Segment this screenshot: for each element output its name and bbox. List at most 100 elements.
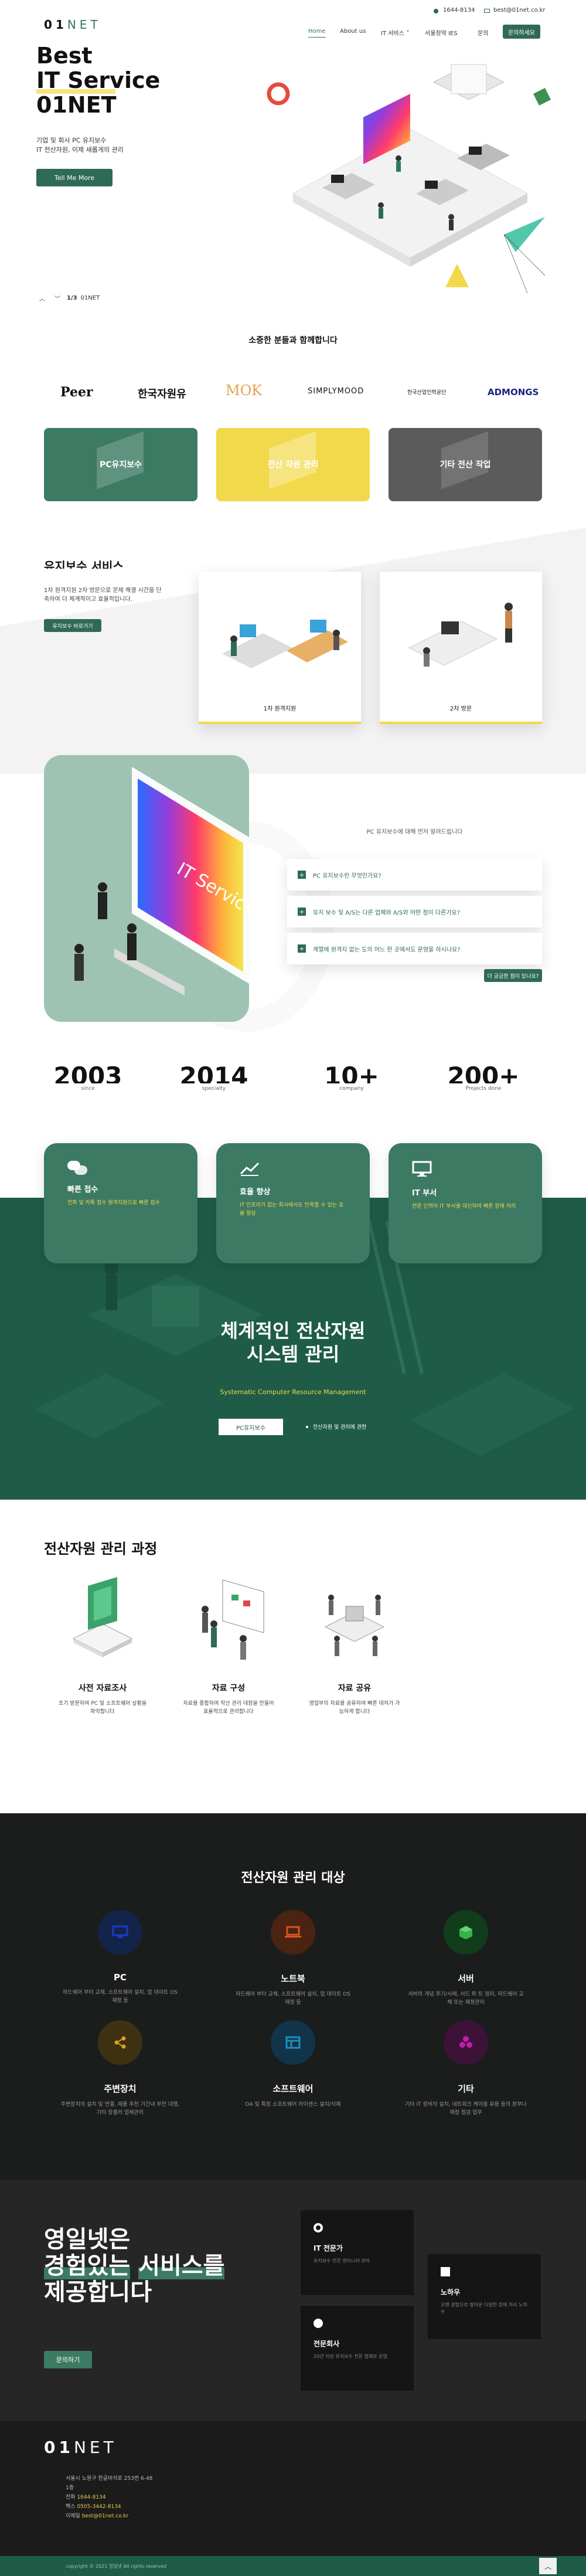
experts-title-line3: 서비스를: [138, 2252, 225, 2279]
banner-button[interactable]: PC유지보수: [219, 1419, 283, 1435]
service-tile-pc[interactable]: PC유지보수: [44, 428, 197, 501]
onsite-illustration: [408, 603, 513, 667]
nav-cta-button[interactable]: 문의하세요: [503, 25, 540, 39]
faq-question: 유지 보수 및 A/S는 다른 업체와 A/S와 어떤 점이 다른가요?: [313, 909, 461, 916]
chevron-up-icon: ︿: [544, 2562, 551, 2571]
onsite-label: 2차 방문: [449, 706, 472, 712]
pager-label: 01NET: [80, 294, 100, 301]
faq-more-button[interactable]: 더 궁금한 점이 있나요?: [484, 969, 542, 982]
stat-value: 2003: [53, 1066, 122, 1083]
target-icon-circle: [271, 2020, 315, 2065]
onsite-card[interactable]: 2차 방문: [380, 572, 542, 724]
hero-cta-button[interactable]: Tell Me More: [36, 169, 113, 186]
intro-button[interactable]: 유지보수 바로가기: [44, 619, 101, 632]
faq-item[interactable]: + PC 유지보수란 무엇인가요?: [287, 859, 542, 891]
share-icon: [114, 2036, 126, 2049]
label: 팩스: [66, 2504, 76, 2510]
topbar-email[interactable]: best@01net.co.kr: [493, 7, 545, 13]
desc-line: 기타 장볼러 업체관리: [96, 2110, 144, 2116]
desc-line: 주변장치의 설치 및 연결, 제품 추천 기간내 부전 대행,: [60, 2102, 180, 2108]
expert-card-desc: 유지보수 전문 엔지니어 관리: [314, 2258, 370, 2264]
topbar-phone[interactable]: 1644-8134: [443, 7, 475, 13]
desc-line: 효율적으로 관리합니다: [203, 1709, 254, 1715]
footer-copyright: copyright © 2021 영일넷 AII rights reserved: [66, 2564, 166, 2569]
hero-title: Best IT Service 01NET: [36, 43, 160, 117]
target-desc: 하드웨어 부터 교체, 소프트웨어 설치, 업 데이트 OS 재정 등: [38, 1989, 202, 2005]
value: 0505-3442-8134: [77, 2504, 121, 2510]
target-item[interactable]: 주변장치 주변장치의 설치 및 연결, 제품 추천 기간내 부전 대행, 기타 …: [38, 2020, 202, 2117]
tile-label: 전산 자원 관리: [267, 460, 319, 470]
experts-button[interactable]: 문의하기: [44, 2351, 92, 2368]
target-title: PC: [113, 1972, 127, 1983]
expert-card[interactable]: 전문회사 20년 이상 유지보수 전문 업체로 운영: [301, 2306, 414, 2391]
nav-about[interactable]: About us: [340, 28, 366, 35]
banner-link[interactable]: 전산자원 및 관리에 관한: [306, 1423, 366, 1430]
chevron-up-icon[interactable]: ︿: [36, 292, 48, 304]
nav-ies[interactable]: 서울청약 IES: [425, 28, 458, 37]
faq-item[interactable]: + 계열에 원격지 없는 도의 어느 한 곳에서도 운영을 하시나요?: [287, 933, 542, 964]
service-tile-other[interactable]: 기타 전산 작업: [389, 428, 542, 501]
intro-desc: 1차 원격지원 2차 방문으로 문제 해결 시간을 단 축하여 더 체계적이고 …: [44, 586, 162, 604]
remote-support-illustration: [222, 620, 348, 668]
feature-title: IT 부서: [412, 1189, 437, 1198]
scroll-top-button[interactable]: ︿: [539, 2558, 557, 2574]
monitor-icon: [112, 1925, 128, 1938]
expert-card[interactable]: IT 전문가 유지보수 전문 엔지니어 관리: [301, 2210, 414, 2295]
expert-card[interactable]: 노하우 오랜 경험으로 쌓아온 다양한 장애 처리 노하우: [428, 2254, 541, 2339]
faq-subtitle: PC 유지보수에 대해 먼저 알려드립니다: [366, 829, 463, 835]
green-triangle: [504, 217, 545, 252]
remote-support-card[interactable]: 1차 원격지원: [199, 572, 361, 724]
footer-phone: 전화 1644-8134: [66, 2493, 171, 2502]
target-item[interactable]: 노트북 하드웨어 부터 교체, 소프트웨어 설치, 업 데이트 OS 재정 등: [211, 1910, 375, 2007]
desc-line: 능하게 합니다: [339, 1709, 370, 1715]
globe-icon: [314, 2319, 323, 2328]
nav-it-service[interactable]: IT 서비스: [381, 28, 404, 37]
experts-title-line4: 제공합니다: [44, 2279, 152, 2306]
expert-card-desc: 오랜 경험으로 쌓아온 다양한 장애 처리 노하우: [441, 2302, 527, 2315]
value[interactable]: 1644-8134: [77, 2495, 105, 2500]
decor-ring: [267, 82, 290, 106]
hero-title-line1: Best: [36, 43, 93, 69]
process-step-desc: 초기 방문하여 PC 및 소프트웨어 상황을 파악합니다: [44, 1700, 161, 1716]
stat-item: 10+ company: [308, 1066, 396, 1092]
chat-icon: [67, 1161, 87, 1176]
hero-illustration: [258, 41, 551, 294]
process-step-title: 자료 구성: [212, 1684, 246, 1693]
logo-digits: 01: [44, 2438, 74, 2457]
target-item[interactable]: 소프트웨어 OA 및 특정 소프트웨어 라이센스 설치/삭제: [211, 2020, 375, 2109]
yellow-triangle: [445, 264, 469, 287]
feature-card[interactable]: IT 부서 전문 인력이 IT 부서를 대신하여 빠른 장애 처리: [389, 1143, 542, 1263]
plus-icon: +: [298, 944, 306, 953]
intro-title: 유지보수 서비스: [44, 560, 124, 569]
target-item[interactable]: 기타 기타 IT 장비의 설치, 네트워크 케이블 유용 등의 본부나 재정 점…: [384, 2020, 548, 2117]
feature-card[interactable]: 효율 향상 IT 인프라가 없는 회사에서도 만족할 수 있는 효율 향상: [216, 1143, 370, 1263]
stat-label: Projects done: [465, 1086, 502, 1092]
value[interactable]: best@01net.co.kr: [82, 2513, 129, 2519]
feature-card[interactable]: 빠른 접수 전화 및 카톡 접수 원격지원으로 빠른 접수: [44, 1143, 197, 1263]
chevron-down-icon[interactable]: ﹀: [52, 292, 63, 304]
faq-item[interactable]: + 유지 보수 및 A/S는 다른 업체와 A/S와 어떤 점이 다른가요?: [287, 896, 542, 927]
label: 전화: [66, 2495, 76, 2500]
stats-row: 2003 since 2014 specialty 10+ company 20…: [44, 1066, 542, 1101]
process-heading: 전산자원 관리 과정: [44, 1541, 158, 1557]
desc-line: 재정 등: [285, 2000, 301, 2006]
process-step-desc: 자료를 종합하여 작산 관리 대장을 만들어 효율적으로 관리합니다: [170, 1700, 287, 1716]
target-icon-circle: [98, 2020, 142, 2065]
nav-home[interactable]: Home: [308, 28, 326, 38]
data-research-illustration: [72, 1577, 133, 1657]
service-tile-resources[interactable]: 전산 자원 관리: [216, 428, 370, 501]
experts-title-line2: 경험있는: [44, 2252, 131, 2279]
desc-line: 하드웨어 부터 교체, 소프트웨어 설치, 업 데이트 OS: [236, 1992, 350, 1997]
target-title: 소프트웨어: [272, 2084, 314, 2094]
expert-card-title: 노하우: [441, 2288, 461, 2296]
target-item[interactable]: 서버 서버의 개념 주기/시에, 서드 파 트 정리, 하드웨어 교 체 또는 …: [384, 1910, 548, 2007]
nav-contact[interactable]: 문의: [478, 28, 488, 37]
target-item[interactable]: PC 하드웨어 부터 교체, 소프트웨어 설치, 업 데이트 OS 재정 등: [38, 1910, 202, 2005]
partner-logo-admongs: ADMONGS: [488, 387, 539, 397]
footer-logo: 01NET: [44, 2438, 117, 2457]
site-logo[interactable]: 01NET: [44, 18, 101, 32]
hero-pager: ︿ ﹀ 1/3 01NET: [36, 292, 100, 304]
footer-address-line2: 1층: [66, 2485, 74, 2491]
desc-line: 영업부의 자료를 공유하여 빠른 대처가 가: [309, 1701, 400, 1707]
feature-desc: IT 인프라가 없는 회사에서도 만족할 수 있는 효율 향상: [240, 1202, 344, 1216]
